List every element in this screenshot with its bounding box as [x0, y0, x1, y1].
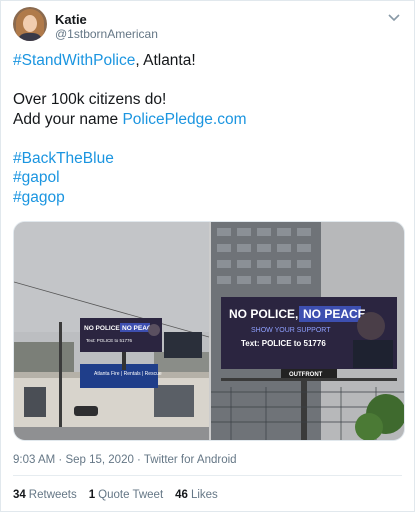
tweet-meta: 9:03 AM · Sep 15, 2020 · Twitter for And… [13, 454, 237, 466]
meta-separator: · [55, 454, 66, 466]
hashtag-backtheblue[interactable]: #BackTheBlue [13, 149, 403, 169]
left-billboard-title: NO POLICE, [84, 325, 122, 332]
tweet-time[interactable]: 9:03 AM [13, 454, 55, 466]
lower-sign-text: Atlanta Fire | Rentals | Rescue [94, 371, 162, 377]
tweet-date[interactable]: Sep 15, 2020 [65, 454, 133, 466]
hashtag-gapol[interactable]: #gapol [13, 168, 403, 188]
tweet-stats: 34 Retweets 1 Quote Tweet 46 Likes [13, 489, 218, 501]
meta-separator: · [133, 454, 144, 466]
divider [13, 475, 402, 476]
tweet-media[interactable]: Atlanta Fire | Rentals | Rescue NO POLIC… [13, 221, 405, 441]
retweets-stat[interactable]: 34 Retweets [13, 489, 77, 501]
media-photo-right[interactable]: NO POLICE, NO PEACE. SHOW YOUR SUPPORT T… [211, 222, 405, 441]
author-name[interactable]: Katie [55, 12, 87, 27]
chevron-down-icon[interactable] [386, 9, 402, 25]
quote-tweets-stat[interactable]: 1 Quote Tweet [89, 489, 163, 501]
avatar[interactable] [13, 7, 47, 41]
media-photo-left[interactable]: Atlanta Fire | Rentals | Rescue NO POLIC… [14, 222, 209, 441]
right-billboard-vendor: OUTFRONT [289, 372, 323, 378]
tweet-text-part: , Atlanta! [135, 52, 196, 69]
likes-stat[interactable]: 46 Likes [175, 489, 218, 501]
right-billboard-sub: Text: POLICE to 51776 [241, 339, 326, 348]
left-billboard-sub: Text: POLICE to 51776 [86, 338, 133, 343]
author-handle[interactable]: @1stbornAmerican [55, 27, 158, 41]
tweet-source[interactable]: Twitter for Android [144, 454, 237, 466]
policepledge-link[interactable]: PolicePledge.com [122, 111, 246, 128]
right-billboard-tag: SHOW YOUR SUPPORT [251, 327, 331, 334]
tweet-text-part: Add your name [13, 110, 123, 128]
tweet-text-line: Over 100k citizens do! [13, 91, 167, 108]
right-billboard-title: NO POLICE, [229, 307, 298, 321]
hashtag-standwithpolice[interactable]: #StandWithPolice [13, 52, 135, 69]
hashtag-gagop[interactable]: #gagop [13, 188, 403, 208]
tweet-text: #StandWithPolice, Atlanta! Over 100k cit… [13, 51, 403, 207]
tweet-card: Katie @1stbornAmerican #StandWithPolice,… [0, 0, 415, 512]
